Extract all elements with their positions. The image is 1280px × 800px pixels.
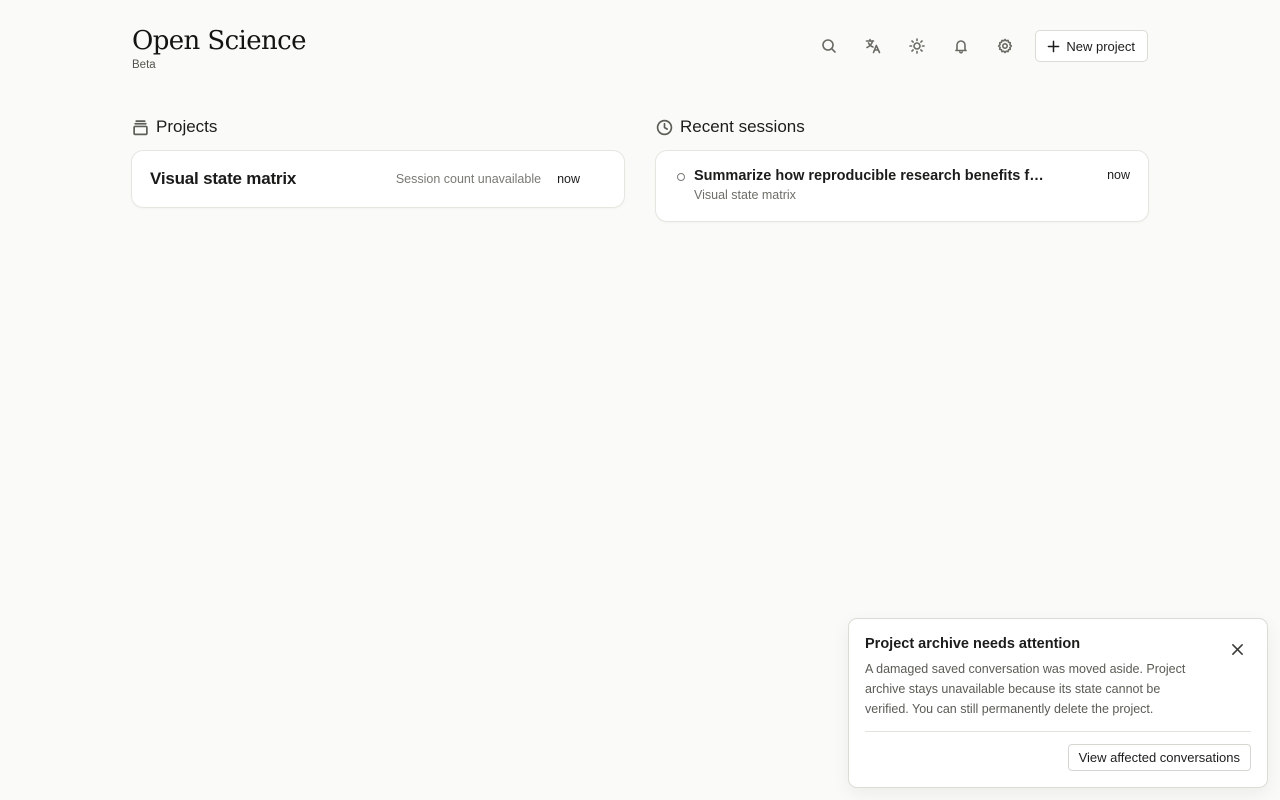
projects-heading-label: Projects bbox=[156, 117, 218, 136]
session-title: Summarize how reproducible research bene… bbox=[694, 168, 1044, 184]
settings-button[interactable] bbox=[989, 30, 1021, 62]
language-button[interactable] bbox=[857, 30, 889, 62]
app-page: Open Science Beta New project Projects V… bbox=[0, 0, 1280, 800]
brand: Open Science Beta bbox=[132, 26, 307, 71]
notifications-button[interactable] bbox=[945, 30, 977, 62]
project-session-count: Session count unavailable bbox=[395, 172, 542, 186]
session-time: now bbox=[1107, 168, 1130, 182]
project-name: Visual state matrix bbox=[150, 169, 297, 188]
session-project-name: Visual state matrix bbox=[694, 188, 796, 202]
project-card[interactable]: Visual state matrix Session count unavai… bbox=[131, 150, 625, 208]
translate-icon bbox=[866, 38, 881, 54]
toast-close-button[interactable] bbox=[1227, 639, 1247, 659]
search-icon bbox=[822, 39, 837, 53]
toast-divider bbox=[865, 731, 1251, 732]
app-title: Open Science bbox=[132, 26, 307, 56]
app-subtitle: Beta bbox=[132, 59, 156, 71]
archive-box-icon bbox=[133, 119, 148, 135]
theme-sun-icon bbox=[909, 38, 926, 54]
recent-sessions-heading: Recent sessions bbox=[655, 116, 1149, 138]
project-updated-time: now bbox=[557, 172, 580, 186]
header-toolbar: New project bbox=[801, 30, 1148, 62]
theme-toggle-button[interactable] bbox=[901, 30, 933, 62]
clock-icon bbox=[656, 119, 673, 135]
recent-sessions-heading-label: Recent sessions bbox=[680, 117, 805, 136]
new-project-label: New project bbox=[1066, 38, 1135, 54]
view-affected-conversations-button[interactable]: View affected conversations bbox=[1067, 744, 1251, 771]
bell-icon bbox=[955, 40, 968, 54]
toast-message: A damaged saved conversation was moved a… bbox=[865, 662, 1186, 716]
new-project-button[interactable]: New project bbox=[1035, 30, 1148, 62]
projects-section: Projects Visual state matrix Session cou… bbox=[131, 116, 625, 208]
session-status-dot bbox=[677, 173, 685, 181]
gear-icon bbox=[998, 38, 1013, 54]
search-button[interactable] bbox=[813, 30, 845, 62]
plus-icon bbox=[1048, 40, 1060, 52]
close-icon bbox=[1231, 643, 1243, 655]
projects-heading: Projects bbox=[131, 116, 625, 138]
session-card[interactable]: Summarize how reproducible research bene… bbox=[655, 150, 1149, 222]
attention-toast: Project archive needs attention A damage… bbox=[848, 618, 1268, 788]
toast-title: Project archive needs attention bbox=[865, 636, 1081, 652]
recent-sessions-section: Recent sessions Summarize how reproducib… bbox=[655, 116, 1149, 222]
